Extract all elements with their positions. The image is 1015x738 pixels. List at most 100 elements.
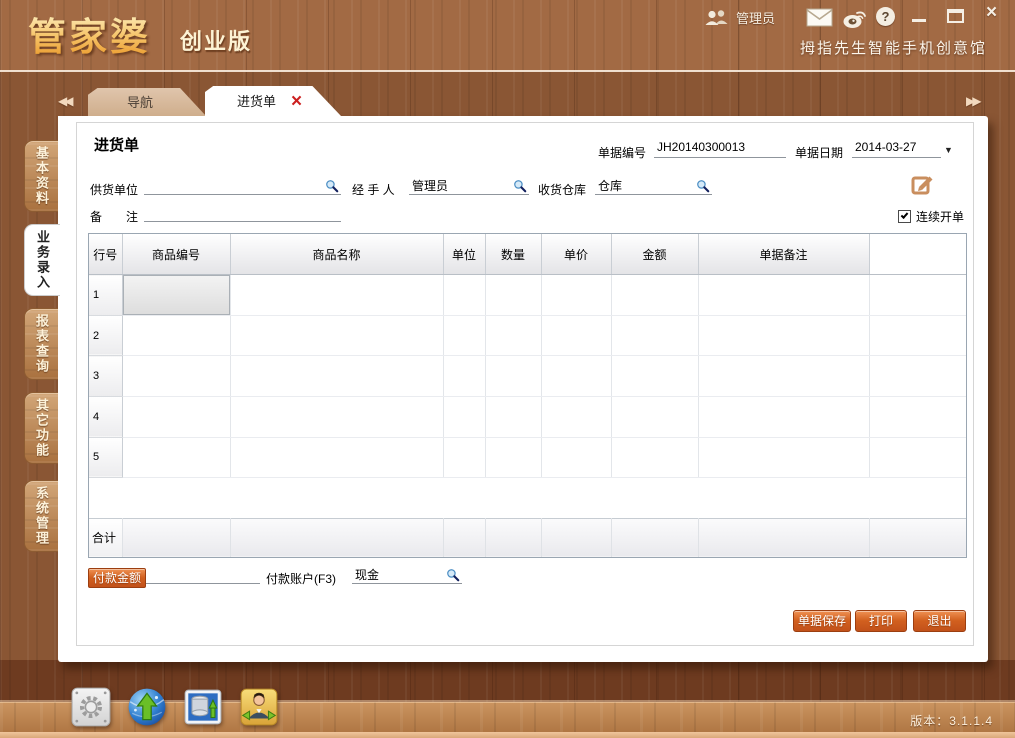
payment-account-search-icon[interactable] — [446, 568, 460, 582]
grid-cell[interactable] — [611, 315, 698, 356]
row-number-cell: 5 — [89, 437, 122, 478]
continuous-billing-checkbox[interactable]: 连续开单 — [898, 208, 964, 225]
current-user-button[interactable]: 管理员 — [704, 8, 775, 27]
mail-icon[interactable] — [806, 8, 833, 27]
grid-cell[interactable] — [698, 437, 869, 478]
sidebar-item-label: 基本资料 — [25, 141, 58, 211]
handler-field[interactable]: 管理员 — [409, 177, 529, 195]
doc-no-label: 单据编号 — [598, 144, 646, 161]
grid-cell[interactable] — [698, 315, 869, 356]
col-header-line-no: 行号 — [89, 234, 122, 275]
grid-cell[interactable] — [485, 437, 541, 478]
checkbox-icon[interactable] — [898, 210, 911, 223]
grid-cell[interactable] — [485, 356, 541, 397]
total-label: 合计 — [89, 518, 122, 557]
grid-cell[interactable] — [230, 396, 443, 437]
grid-cell[interactable] — [485, 315, 541, 356]
current-user-label: 管理员 — [736, 8, 775, 27]
grid-cell[interactable] — [443, 275, 485, 316]
doc-date-field[interactable]: 2014-03-27 — [852, 140, 941, 158]
grid-cell[interactable] — [230, 315, 443, 356]
help-icon[interactable]: ? — [876, 7, 895, 26]
maximize-button[interactable] — [947, 9, 964, 23]
grid-cell[interactable] — [122, 396, 230, 437]
edit-note-icon[interactable] — [911, 172, 935, 196]
grid-cell[interactable] — [869, 437, 966, 478]
tab-close-icon[interactable]: × — [291, 87, 302, 116]
grid-cell[interactable] — [869, 356, 966, 397]
grid-cell[interactable] — [230, 437, 443, 478]
minimize-button[interactable] — [912, 12, 927, 24]
sidebar-item-business-entry[interactable]: 业务录入 — [24, 224, 60, 296]
grid-cell[interactable] — [541, 437, 611, 478]
grid-cell[interactable] — [541, 396, 611, 437]
warehouse-search-icon[interactable] — [696, 179, 710, 193]
grid-header-row: 行号 商品编号 商品名称 单位 数量 单价 金额 单据备注 — [89, 234, 966, 275]
col-header-product-code: 商品编号 — [122, 234, 230, 275]
grid-cell[interactable] — [485, 275, 541, 316]
handler-search-icon[interactable] — [513, 179, 527, 193]
grid-cell[interactable] — [698, 356, 869, 397]
tab-scroll-right-icon[interactable]: ▶▶ — [966, 94, 978, 108]
payment-account-field[interactable]: 现金 — [352, 566, 462, 584]
payment-amount-field[interactable] — [146, 566, 260, 584]
save-button[interactable]: 单据保存 — [793, 610, 851, 632]
system-settings-icon[interactable] — [70, 686, 112, 728]
row-number-cell: 4 — [89, 396, 122, 437]
grid-cell[interactable] — [869, 315, 966, 356]
col-header-filler — [869, 234, 966, 275]
grid-cell[interactable] — [541, 315, 611, 356]
grid-cell[interactable] — [869, 275, 966, 316]
grid-cell[interactable] — [611, 437, 698, 478]
supplier-field[interactable] — [144, 177, 341, 195]
app-edition-label: 创业版 — [180, 24, 252, 56]
grid-cell[interactable] — [122, 315, 230, 356]
grid-cell[interactable] — [698, 396, 869, 437]
grid-cell[interactable] — [611, 396, 698, 437]
grid-cell[interactable] — [869, 396, 966, 437]
grid-cell[interactable] — [443, 356, 485, 397]
grid-cell[interactable] — [443, 396, 485, 437]
store-name-label: 拇指先生智能手机创意馆 — [800, 37, 987, 58]
online-upgrade-icon[interactable] — [126, 686, 168, 728]
grid-cell[interactable] — [443, 437, 485, 478]
exit-button[interactable]: 退出 — [913, 610, 966, 632]
total-cell — [869, 518, 966, 557]
grid-cell[interactable] — [443, 315, 485, 356]
data-backup-icon[interactable] — [182, 686, 224, 728]
grid-cell[interactable] — [541, 275, 611, 316]
print-button[interactable]: 打印 — [855, 610, 907, 632]
sidebar-item-other-functions[interactable]: 其它功能 — [24, 392, 58, 464]
remark-field[interactable] — [144, 204, 341, 222]
version-label: 版本：3.1.1.4 — [910, 712, 993, 729]
titlebar-separator — [0, 70, 1015, 72]
doc-no-field[interactable]: JH20140300013 — [654, 140, 786, 158]
weibo-icon[interactable] — [842, 7, 867, 29]
sidebar-item-system-management[interactable]: 系统管理 — [24, 480, 58, 552]
grid-cell[interactable] — [541, 356, 611, 397]
tab-scroll-left-icon[interactable]: ◀◀ — [58, 94, 70, 108]
switch-user-icon[interactable] — [238, 686, 280, 728]
sidebar-item-basic-data[interactable]: 基本资料 — [24, 140, 58, 212]
grid-cell[interactable] — [230, 356, 443, 397]
grid-cell[interactable] — [485, 396, 541, 437]
grid-cell[interactable] — [611, 356, 698, 397]
grid-cell-selected[interactable] — [122, 275, 230, 316]
dock — [70, 686, 280, 728]
grid-cell[interactable] — [611, 275, 698, 316]
main-panel: 进货单 单据编号 JH20140300013 单据日期 2014-03-27 ▼… — [58, 116, 988, 662]
payment-amount-button[interactable]: 付款金额 — [88, 568, 146, 588]
grid-cell[interactable] — [698, 275, 869, 316]
supplier-search-icon[interactable] — [325, 179, 339, 193]
close-button[interactable]: × — [986, 2, 997, 24]
handler-value: 管理员 — [412, 179, 448, 193]
grid-cell[interactable] — [122, 356, 230, 397]
warehouse-field[interactable]: 仓库 — [595, 177, 712, 195]
sidebar-item-label: 系统管理 — [25, 481, 58, 551]
grid-cell[interactable] — [230, 275, 443, 316]
grid-cell[interactable] — [122, 437, 230, 478]
sidebar-item-report-query[interactable]: 报表查询 — [24, 308, 58, 380]
supplier-label: 供货单位 — [90, 181, 138, 198]
date-dropdown-icon[interactable]: ▼ — [944, 145, 953, 155]
grid-row-5: 5 — [89, 437, 966, 478]
